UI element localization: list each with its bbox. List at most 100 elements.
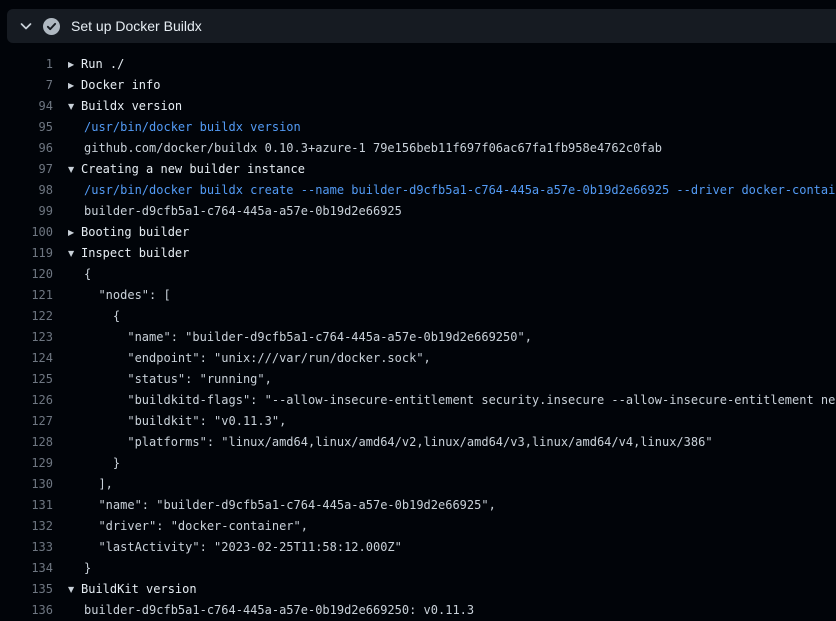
group-title: Run ./: [81, 57, 124, 71]
log-line: 95/usr/bin/docker buildx version: [0, 117, 836, 138]
log-line: 132 "driver": "docker-container",: [0, 516, 836, 537]
log-output-text: builder-d9cfb5a1-c764-445a-a57e-0b19d2e6…: [68, 600, 474, 621]
log-line: 135 ▼BuildKit version: [0, 579, 836, 600]
line-number[interactable]: 136: [0, 600, 53, 621]
log-line: 133 "lastActivity": "2023-02-25T11:58:12…: [0, 537, 836, 558]
group-title: Docker info: [81, 78, 160, 92]
line-number[interactable]: 127: [0, 411, 53, 432]
triangle-right-icon: ▶: [68, 222, 81, 243]
log-output-text: "name": "builder-d9cfb5a1-c764-445a-a57e…: [68, 495, 496, 516]
log-group-toggle[interactable]: ▼BuildKit version: [68, 579, 197, 600]
step-header[interactable]: Set up Docker Buildx: [7, 9, 836, 43]
line-number[interactable]: 121: [0, 285, 53, 306]
group-title: Inspect builder: [81, 246, 189, 260]
log-line: 100 ▶Booting builder: [0, 222, 836, 243]
line-number[interactable]: 122: [0, 306, 53, 327]
log-output-text: {: [68, 264, 91, 285]
log-line: 97 ▼Creating a new builder instance: [0, 159, 836, 180]
line-number[interactable]: 99: [0, 201, 53, 222]
log-output-text: ],: [68, 474, 113, 495]
log-command-text: /usr/bin/docker buildx version: [68, 117, 301, 138]
log-output-text: "name": "builder-d9cfb5a1-c764-445a-a57e…: [68, 327, 532, 348]
log-output-text: "buildkit": "v0.11.3",: [68, 411, 286, 432]
log-line: 98/usr/bin/docker buildx create --name b…: [0, 180, 836, 201]
log-line: 129 }: [0, 453, 836, 474]
line-number[interactable]: 126: [0, 390, 53, 411]
log-line: 123 "name": "builder-d9cfb5a1-c764-445a-…: [0, 327, 836, 348]
log-line: 125 "status": "running",: [0, 369, 836, 390]
line-number[interactable]: 131: [0, 495, 53, 516]
line-number[interactable]: 132: [0, 516, 53, 537]
log-group-toggle[interactable]: ▶Booting builder: [68, 222, 189, 243]
line-number[interactable]: 1: [0, 54, 53, 75]
line-number[interactable]: 100: [0, 222, 53, 243]
log-lines: 1▶Run ./7▶Docker info94▼Buildx version95…: [0, 54, 836, 621]
log-output-text: github.com/docker/buildx 0.10.3+azure-1 …: [68, 138, 662, 159]
log-output-text: }: [68, 558, 91, 579]
log-line: 119 ▼Inspect builder: [0, 243, 836, 264]
log-group-toggle[interactable]: ▶Docker info: [68, 75, 160, 96]
line-number[interactable]: 135: [0, 579, 53, 600]
log-line: 122 {: [0, 306, 836, 327]
log-output-text: {: [68, 306, 120, 327]
log-line: 130 ],: [0, 474, 836, 495]
log-output-text: "endpoint": "unix:///var/run/docker.sock…: [68, 348, 431, 369]
log-line: 121 "nodes": [: [0, 285, 836, 306]
log-output-text: "status": "running",: [68, 369, 272, 390]
log-output-text: "platforms": "linux/amd64,linux/amd64/v2…: [68, 432, 713, 453]
line-number[interactable]: 124: [0, 348, 53, 369]
line-number[interactable]: 96: [0, 138, 53, 159]
line-number[interactable]: 98: [0, 180, 53, 201]
log-line: 94 ▼Buildx version: [0, 96, 836, 117]
log-output-text: }: [68, 453, 120, 474]
line-number[interactable]: 123: [0, 327, 53, 348]
log-line: 124 "endpoint": "unix:///var/run/docker.…: [0, 348, 836, 369]
step-title: Set up Docker Buildx: [71, 18, 202, 34]
log-line: 7 ▶Docker info: [0, 75, 836, 96]
group-title: BuildKit version: [81, 582, 197, 596]
line-number[interactable]: 133: [0, 537, 53, 558]
triangle-down-icon: ▼: [68, 96, 81, 117]
line-number[interactable]: 94: [0, 96, 53, 117]
log-line: 127 "buildkit": "v0.11.3",: [0, 411, 836, 432]
line-number[interactable]: 130: [0, 474, 53, 495]
group-title: Booting builder: [81, 225, 189, 239]
line-number[interactable]: 119: [0, 243, 53, 264]
log-line: 96 github.com/docker/buildx 0.10.3+azure-…: [0, 138, 836, 159]
group-title: Buildx version: [81, 99, 182, 113]
log-line: 128 "platforms": "linux/amd64,linux/amd6…: [0, 432, 836, 453]
triangle-down-icon: ▼: [68, 243, 81, 264]
log-group-toggle[interactable]: ▶Run ./: [68, 54, 124, 75]
triangle-down-icon: ▼: [68, 579, 81, 600]
log-group-toggle[interactable]: ▼Inspect builder: [68, 243, 189, 264]
line-number[interactable]: 128: [0, 432, 53, 453]
log-line: 99 builder-d9cfb5a1-c764-445a-a57e-0b19d2…: [0, 201, 836, 222]
log-line: 136 builder-d9cfb5a1-c764-445a-a57e-0b19d…: [0, 600, 836, 621]
check-circle-icon: [43, 18, 60, 35]
line-number[interactable]: 134: [0, 558, 53, 579]
log-line: 131 "name": "builder-d9cfb5a1-c764-445a-…: [0, 495, 836, 516]
group-title: Creating a new builder instance: [81, 162, 305, 176]
log-output-text: "buildkitd-flags": "--allow-insecure-ent…: [68, 390, 836, 411]
line-number[interactable]: 120: [0, 264, 53, 285]
log-line: 120 {: [0, 264, 836, 285]
log-line: 126 "buildkitd-flags": "--allow-insecure…: [0, 390, 836, 411]
chevron-down-icon[interactable]: [18, 18, 34, 34]
log-output-text: builder-d9cfb5a1-c764-445a-a57e-0b19d2e6…: [68, 201, 402, 222]
log-output-text: "lastActivity": "2023-02-25T11:58:12.000…: [68, 537, 402, 558]
log-line: 134}: [0, 558, 836, 579]
line-number[interactable]: 95: [0, 117, 53, 138]
log-output-text: "driver": "docker-container",: [68, 516, 308, 537]
triangle-right-icon: ▶: [68, 54, 81, 75]
log-line: 1 ▶Run ./: [0, 54, 836, 75]
line-number[interactable]: 129: [0, 453, 53, 474]
triangle-right-icon: ▶: [68, 75, 81, 96]
log-command-text: /usr/bin/docker buildx create --name bui…: [68, 180, 836, 201]
line-number[interactable]: 7: [0, 75, 53, 96]
log-group-toggle[interactable]: ▼Buildx version: [68, 96, 182, 117]
line-number[interactable]: 125: [0, 369, 53, 390]
line-number[interactable]: 97: [0, 159, 53, 180]
log-output-text: "nodes": [: [68, 285, 171, 306]
log-group-toggle[interactable]: ▼Creating a new builder instance: [68, 159, 305, 180]
triangle-down-icon: ▼: [68, 159, 81, 180]
